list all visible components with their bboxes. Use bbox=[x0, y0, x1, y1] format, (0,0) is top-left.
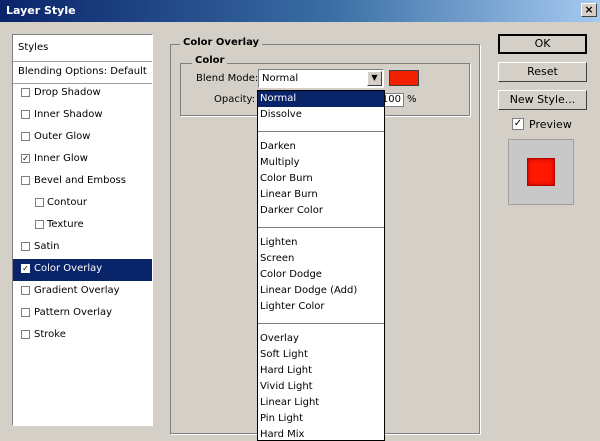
ok-button[interactable]: OK bbox=[498, 34, 587, 54]
style-item-label: Inner Shadow bbox=[34, 109, 103, 120]
blend-mode-option[interactable]: Darken bbox=[258, 139, 384, 155]
preview-checkbox[interactable]: ✓ bbox=[512, 118, 524, 130]
blend-mode-option[interactable]: Soft Light bbox=[258, 347, 384, 363]
blend-mode-option[interactable]: Normal bbox=[258, 91, 384, 107]
style-item[interactable]: Drop Shadow bbox=[13, 83, 152, 105]
blend-mode-option[interactable]: Hard Mix bbox=[258, 427, 384, 440]
new-style-button[interactable]: New Style... bbox=[498, 90, 587, 110]
blend-mode-value: Normal bbox=[262, 73, 299, 84]
style-checkbox[interactable] bbox=[21, 330, 30, 339]
blend-mode-option[interactable]: Linear Dodge (Add) bbox=[258, 283, 384, 299]
close-button[interactable]: × bbox=[581, 3, 597, 17]
style-checkbox[interactable]: ✓ bbox=[21, 154, 30, 163]
style-checkbox[interactable] bbox=[21, 176, 30, 185]
blend-mode-option[interactable]: Lighter Color bbox=[258, 299, 384, 315]
blend-mode-option[interactable]: Darker Color bbox=[258, 203, 384, 219]
style-item-label: Gradient Overlay bbox=[34, 285, 120, 296]
styles-header-row[interactable]: Styles bbox=[13, 35, 152, 62]
style-item[interactable]: Texture bbox=[13, 215, 152, 237]
blending-options-label: Blending Options: Default bbox=[18, 66, 147, 77]
style-item[interactable]: Satin bbox=[13, 237, 152, 259]
style-item-label: Satin bbox=[34, 241, 60, 252]
style-item-label: Contour bbox=[47, 197, 87, 208]
styles-header: Styles bbox=[18, 42, 49, 53]
style-checkbox[interactable] bbox=[21, 308, 30, 317]
style-item-label: Stroke bbox=[34, 329, 66, 340]
blending-options-row[interactable]: Blending Options: Default bbox=[13, 61, 152, 84]
style-item[interactable]: ✓ Inner Glow bbox=[13, 149, 152, 171]
style-checkbox[interactable] bbox=[21, 110, 30, 119]
preview-label: Preview bbox=[529, 118, 572, 131]
reset-button[interactable]: Reset bbox=[498, 62, 587, 82]
opacity-unit: % bbox=[407, 94, 417, 105]
dropdown-separator bbox=[258, 323, 384, 324]
blend-mode-option[interactable]: Hard Light bbox=[258, 363, 384, 379]
style-item-label: Inner Glow bbox=[34, 153, 88, 164]
preview-swatch bbox=[527, 158, 555, 186]
window-title: Layer Style bbox=[6, 4, 76, 17]
blend-mode-option[interactable]: Color Dodge bbox=[258, 267, 384, 283]
dropdown-separator bbox=[258, 131, 384, 132]
preview-thumbnail bbox=[508, 139, 574, 205]
style-item-label: Texture bbox=[47, 219, 84, 230]
blend-mode-label: Blend Mode: bbox=[196, 73, 259, 84]
color-overlay-title: Color Overlay bbox=[180, 37, 263, 48]
blend-mode-option[interactable]: Vivid Light bbox=[258, 379, 384, 395]
style-item-label: Color Overlay bbox=[34, 263, 103, 274]
opacity-label: Opacity: bbox=[214, 94, 256, 105]
blend-mode-dropdown: Normal Dissolve Darken Multiply Color Burn Li… bbox=[257, 90, 385, 441]
blend-mode-option[interactable]: Linear Light bbox=[258, 395, 384, 411]
style-item[interactable]: Bevel and Emboss bbox=[13, 171, 152, 193]
styles-list: Styles Blending Options: Default Drop Sh… bbox=[12, 34, 153, 426]
style-item-label: Outer Glow bbox=[34, 131, 91, 142]
title-bar[interactable]: Layer Style × bbox=[0, 0, 600, 22]
style-item[interactable]: Pattern Overlay bbox=[13, 303, 152, 325]
style-item[interactable]: Gradient Overlay bbox=[13, 281, 152, 303]
blend-mode-option[interactable]: Linear Burn bbox=[258, 187, 384, 203]
style-checkbox[interactable] bbox=[35, 198, 44, 207]
color-subgroup-title: Color bbox=[192, 55, 228, 66]
blend-mode-option[interactable]: Dissolve bbox=[258, 107, 384, 123]
blend-mode-select[interactable]: Normal ▼ bbox=[258, 69, 384, 88]
blend-mode-option[interactable]: Screen bbox=[258, 251, 384, 267]
style-checkbox[interactable] bbox=[21, 242, 30, 251]
dropdown-separator bbox=[258, 227, 384, 228]
style-item[interactable]: Outer Glow bbox=[13, 127, 152, 149]
blend-mode-option[interactable]: Multiply bbox=[258, 155, 384, 171]
style-item-label: Drop Shadow bbox=[34, 87, 101, 98]
style-item[interactable]: Contour bbox=[13, 193, 152, 215]
style-item[interactable]: Stroke bbox=[13, 325, 152, 347]
style-item[interactable]: Inner Shadow bbox=[13, 105, 152, 127]
blend-mode-option[interactable]: Pin Light bbox=[258, 411, 384, 427]
style-item-label: Bevel and Emboss bbox=[34, 175, 126, 186]
blend-mode-option[interactable]: Overlay bbox=[258, 331, 384, 347]
style-checkbox[interactable] bbox=[21, 132, 30, 141]
chevron-down-icon[interactable]: ▼ bbox=[367, 71, 382, 86]
overlay-color-swatch[interactable] bbox=[389, 70, 419, 86]
style-checkbox[interactable] bbox=[35, 220, 44, 229]
style-item[interactable]: ✓ Color Overlay bbox=[13, 259, 152, 281]
style-checkbox[interactable] bbox=[21, 286, 30, 295]
style-item-label: Pattern Overlay bbox=[34, 307, 113, 318]
blend-mode-option[interactable]: Lighten bbox=[258, 235, 384, 251]
style-checkbox[interactable] bbox=[21, 88, 30, 97]
style-checkbox[interactable]: ✓ bbox=[21, 264, 30, 273]
blend-mode-option[interactable]: Color Burn bbox=[258, 171, 384, 187]
